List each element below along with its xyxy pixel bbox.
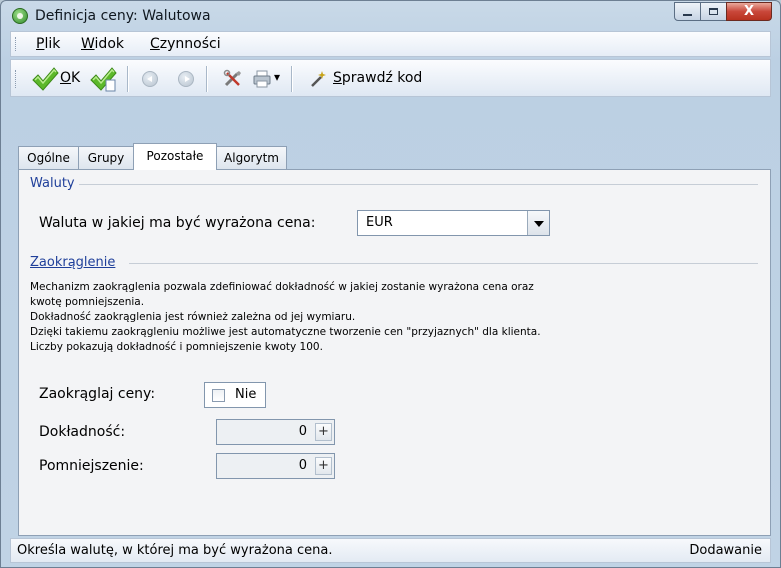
reduction-value: 0 [298,458,307,473]
menu-czynnosci[interactable]: Czynności [150,36,221,52]
close-icon: X [743,4,755,19]
checkbox-square[interactable] [212,389,225,402]
plus-icon[interactable]: + [315,457,332,475]
apply-checkmark-icon[interactable] [89,65,117,93]
magic-wand-icon [311,71,326,87]
status-text: Określa walutę, w której ma być wyrażona… [17,543,333,558]
forward-arrow-icon[interactable] [178,71,194,87]
checkmark-icon [32,67,59,91]
maximize-icon [709,8,718,15]
reduction-label: Pomniejszenie: [39,458,144,474]
currency-select[interactable]: EUR [357,210,550,236]
check-code-label: Sprawdź kod [333,70,423,86]
menu-widok[interactable]: Widok [81,36,124,52]
tools-icon[interactable] [223,69,243,89]
round-prices-value: Nie [235,387,257,402]
back-arrow-icon[interactable] [142,71,158,87]
toolbar-separator [206,66,207,92]
ok-label: OK [60,70,81,86]
print-icon[interactable] [252,69,272,89]
toolbar-separator [127,66,128,92]
section-divider [79,184,758,185]
minimize-icon [683,13,692,16]
round-prices-checkbox[interactable]: Nie [204,382,266,408]
toolbar: OK ▾ Sprawdź kod [10,59,771,97]
tab-panel: Waluty Waluta w jakiej ma być wyrażona c… [18,169,771,536]
close-button[interactable]: X [726,2,772,21]
currency-label: Waluta w jakiej ma być wyrażona cena: [39,215,316,231]
rounding-section-title: Zaokrąglenie [30,255,116,270]
menu-bar: Plik Widok Czynności [10,31,771,57]
status-mode: Dodawanie [689,543,762,558]
reduction-stepper[interactable]: 0 + [216,453,335,479]
title-bar[interactable]: Definicja ceny: Walutowa X [1,1,780,31]
toolbar-grip[interactable] [15,70,19,88]
menu-plik[interactable]: Plik [36,36,60,52]
menu-grip[interactable] [15,37,19,51]
precision-value: 0 [298,424,307,439]
window-title: Definicja ceny: Walutowa [35,8,211,24]
toolbar-separator [291,66,292,92]
round-prices-label: Zaokrąglaj ceny: [39,386,156,402]
print-dropdown-icon[interactable]: ▾ [274,70,280,84]
app-icon [12,8,28,24]
plus-icon[interactable]: + [315,423,332,441]
precision-stepper[interactable]: 0 + [216,419,335,445]
minimize-button[interactable] [674,2,701,21]
maximize-button[interactable] [700,2,727,21]
window-controls: X [674,2,772,21]
tab-ogolne[interactable]: Ogólne [18,146,79,169]
section-divider [129,263,758,264]
currency-section-title: Waluty [30,176,75,191]
main-window: Definicja ceny: Walutowa X Plik Widok Cz… [0,0,781,568]
currency-value: EUR [366,215,393,230]
tab-algorytm[interactable]: Algorytm [216,146,287,169]
tab-pozostale[interactable]: Pozostałe [133,143,217,170]
tab-grupy[interactable]: Grupy [78,146,134,169]
rounding-description: Mechanizm zaokrąglenia pozwala zdefiniow… [30,281,541,353]
precision-label: Dokładność: [39,424,126,440]
status-bar: Określa walutę, w której ma być wyrażona… [10,538,771,563]
chevron-down-icon[interactable] [527,211,549,235]
